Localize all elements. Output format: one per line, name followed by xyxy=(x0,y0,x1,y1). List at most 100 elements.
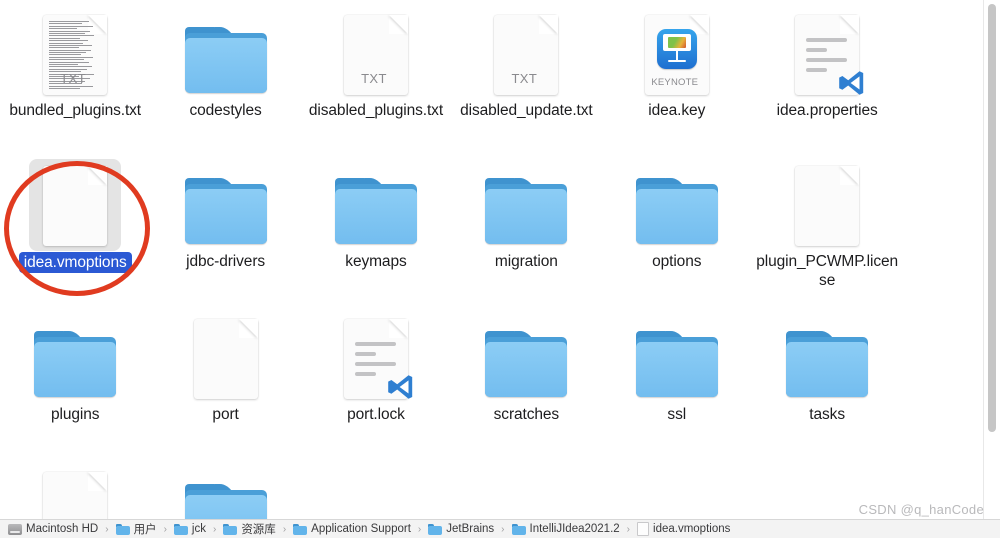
file-icon[interactable] xyxy=(326,304,426,400)
file-icon[interactable]: TXT xyxy=(476,0,576,96)
document-icon xyxy=(637,522,650,536)
path-separator: › xyxy=(282,523,287,535)
file-icon[interactable]: KEYNOTE xyxy=(627,0,727,96)
txt-document-icon: TXT xyxy=(343,15,408,95)
hard-drive-icon xyxy=(8,523,22,535)
file-icon[interactable] xyxy=(627,151,727,247)
blank-document-icon xyxy=(193,319,258,399)
folder-icon xyxy=(184,178,267,244)
blank-document-icon xyxy=(43,166,108,246)
file-icon[interactable] xyxy=(176,304,276,400)
file-icon[interactable] xyxy=(25,151,125,251)
file-icon-grid[interactable]: TXT bundled_plugins.txt codestyles TXT d… xyxy=(0,0,962,520)
file-label: port xyxy=(212,406,239,423)
path-separator: › xyxy=(163,523,167,535)
file-label-selected: idea.vmoptions xyxy=(18,252,132,273)
file-label: bundled_plugins.txt xyxy=(9,102,142,119)
file-icon[interactable] xyxy=(777,0,877,96)
path-item-jetbrains[interactable]: JetBrains xyxy=(428,523,494,535)
file-icon[interactable] xyxy=(25,457,125,520)
file-item-idea-key[interactable]: KEYNOTE idea.key xyxy=(602,0,752,151)
file-icon[interactable] xyxy=(476,304,576,400)
path-label: JetBrains xyxy=(446,523,495,535)
file-label: port.lock xyxy=(347,406,405,423)
file-item-idea-properties[interactable]: idea.properties xyxy=(752,0,902,151)
txt-badge-label: TXT xyxy=(361,71,387,86)
file-item-codestyles[interactable]: codestyles xyxy=(150,0,300,151)
file-grid-row-partial xyxy=(0,457,962,520)
vscode-badge-icon xyxy=(385,372,415,402)
file-icon[interactable] xyxy=(476,151,576,247)
file-label: keymaps xyxy=(345,253,407,270)
file-item-tasks[interactable]: tasks xyxy=(752,304,902,455)
file-item-partial-folder[interactable] xyxy=(150,457,300,520)
file-label: idea.properties xyxy=(776,102,878,119)
keynote-badge-label: KEYNOTE xyxy=(651,77,699,88)
folder-icon xyxy=(786,331,869,397)
file-item-keymaps[interactable]: keymaps xyxy=(301,151,451,302)
path-label: jck xyxy=(191,523,206,535)
file-item-plugins[interactable]: plugins xyxy=(0,304,150,455)
vscode-badge-icon xyxy=(836,68,866,98)
file-item-disabled-plugins-txt[interactable]: TXT disabled_plugins.txt xyxy=(301,0,451,151)
blank-document-icon xyxy=(795,166,860,246)
file-item-ssl[interactable]: ssl xyxy=(602,304,752,455)
file-item-plugin-pcwmp-license[interactable]: plugin_PCWMP.license xyxy=(752,151,902,302)
file-item-migration[interactable]: migration xyxy=(451,151,601,302)
finder-window: TXT bundled_plugins.txt codestyles TXT d… xyxy=(0,0,1000,538)
folder-icon xyxy=(184,27,267,93)
folder-icon xyxy=(173,523,188,535)
file-icon[interactable] xyxy=(176,151,276,247)
path-item-intellijidea[interactable]: IntelliJIdea2021.2 xyxy=(511,523,620,535)
scrollbar-thumb[interactable] xyxy=(988,4,996,432)
path-item-application-support[interactable]: Application Support xyxy=(293,523,411,535)
path-label: IntelliJIdea2021.2 xyxy=(529,523,620,535)
file-icon[interactable]: TXT xyxy=(326,0,426,96)
file-label: plugin_PCWMP.license xyxy=(756,253,899,289)
txt-badge-label: TXT xyxy=(511,71,538,86)
file-item-partial-document[interactable] xyxy=(0,457,150,520)
folder-icon xyxy=(184,484,267,520)
path-label: 资源库 xyxy=(241,524,276,536)
path-bar[interactable]: Macintosh HD › 用户 › jck › 资源库 › Applicat… xyxy=(0,519,1000,538)
path-item-jck[interactable]: jck xyxy=(173,523,206,535)
txt-document-icon: TXT xyxy=(494,15,559,95)
path-item-users[interactable]: 用户 xyxy=(115,521,157,537)
file-label: jdbc-drivers xyxy=(186,253,266,270)
vertical-scrollbar[interactable] xyxy=(983,0,1000,520)
file-icon[interactable]: TXT xyxy=(25,0,125,96)
file-item-options[interactable]: options xyxy=(602,151,752,302)
file-label: ssl xyxy=(667,406,687,423)
file-label: disabled_update.txt xyxy=(460,102,593,119)
file-icon[interactable] xyxy=(777,304,877,400)
vscode-document-icon xyxy=(343,319,413,399)
path-label: Application Support xyxy=(311,523,411,535)
file-item-idea-vmoptions[interactable]: idea.vmoptions xyxy=(0,151,150,302)
path-label: Macintosh HD xyxy=(26,523,99,535)
file-label: tasks xyxy=(809,406,845,423)
folder-icon xyxy=(34,331,117,397)
file-item-port[interactable]: port xyxy=(150,304,300,455)
file-label: plugins xyxy=(50,406,100,423)
file-grid-row: idea.vmoptions jdbc-drivers keymaps migr… xyxy=(0,151,962,302)
path-item-library[interactable]: 资源库 xyxy=(223,521,276,537)
file-icon[interactable] xyxy=(176,457,276,520)
file-icon[interactable] xyxy=(176,0,276,96)
file-icon[interactable] xyxy=(25,304,125,400)
file-icon[interactable] xyxy=(326,151,426,247)
path-item-macintosh-hd[interactable]: Macintosh HD xyxy=(8,523,98,535)
file-item-scratches[interactable]: scratches xyxy=(451,304,601,455)
folder-icon xyxy=(635,331,718,397)
path-label: 用户 xyxy=(133,524,157,536)
vscode-document-icon xyxy=(795,15,864,95)
file-icon[interactable] xyxy=(777,151,877,247)
file-label: migration xyxy=(494,253,558,270)
file-icon[interactable] xyxy=(627,304,727,400)
path-separator: › xyxy=(626,523,631,535)
file-item-disabled-update-txt[interactable]: TXT disabled_update.txt xyxy=(451,0,601,151)
path-item-idea-vmoptions[interactable]: idea.vmoptions xyxy=(637,522,730,536)
file-grid-row: plugins port port.lock scratches ssl tas… xyxy=(0,304,962,455)
file-item-jdbc-drivers[interactable]: jdbc-drivers xyxy=(150,151,300,302)
file-item-port-lock[interactable]: port.lock xyxy=(301,304,451,455)
file-item-bundled-plugins-txt[interactable]: TXT bundled_plugins.txt xyxy=(0,0,150,151)
